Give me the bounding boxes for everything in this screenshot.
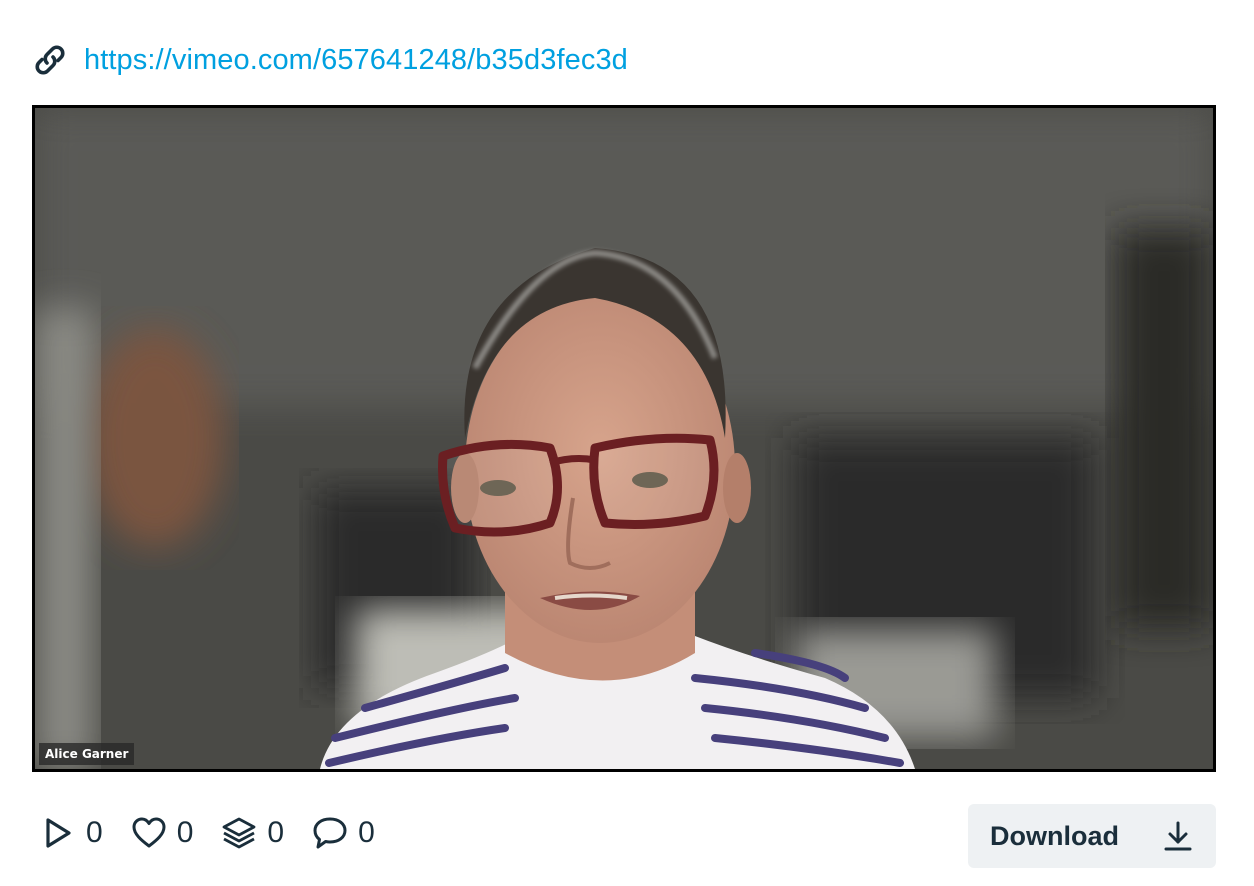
comments-stat[interactable]: 0: [312, 815, 375, 851]
link-icon: [30, 40, 70, 80]
plays-stat[interactable]: 0: [40, 815, 103, 851]
play-icon: [40, 815, 76, 851]
participant-name-tag: Alice Garner: [39, 743, 135, 765]
download-button[interactable]: Download: [968, 804, 1216, 868]
video-stats: 0 0 0 0: [40, 808, 403, 858]
comments-count: 0: [358, 816, 375, 849]
collections-count: 0: [267, 816, 285, 849]
download-icon: [1162, 820, 1194, 852]
share-link[interactable]: https://vimeo.com/657641248/b35d3fec3d: [84, 44, 628, 77]
plays-count: 0: [86, 816, 103, 849]
video-still: [35, 108, 1213, 769]
video-frame-image[interactable]: Alice Garner: [35, 108, 1213, 769]
layers-icon: [221, 815, 257, 851]
share-link-row: https://vimeo.com/657641248/b35d3fec3d: [30, 38, 628, 82]
comment-icon: [312, 815, 348, 851]
download-label: Download: [990, 820, 1119, 851]
collections-stat[interactable]: 0: [221, 815, 284, 851]
heart-icon: [131, 815, 167, 851]
likes-count: 0: [176, 816, 194, 849]
video-player[interactable]: Alice Garner: [32, 105, 1216, 772]
likes-stat[interactable]: 0: [131, 815, 194, 851]
